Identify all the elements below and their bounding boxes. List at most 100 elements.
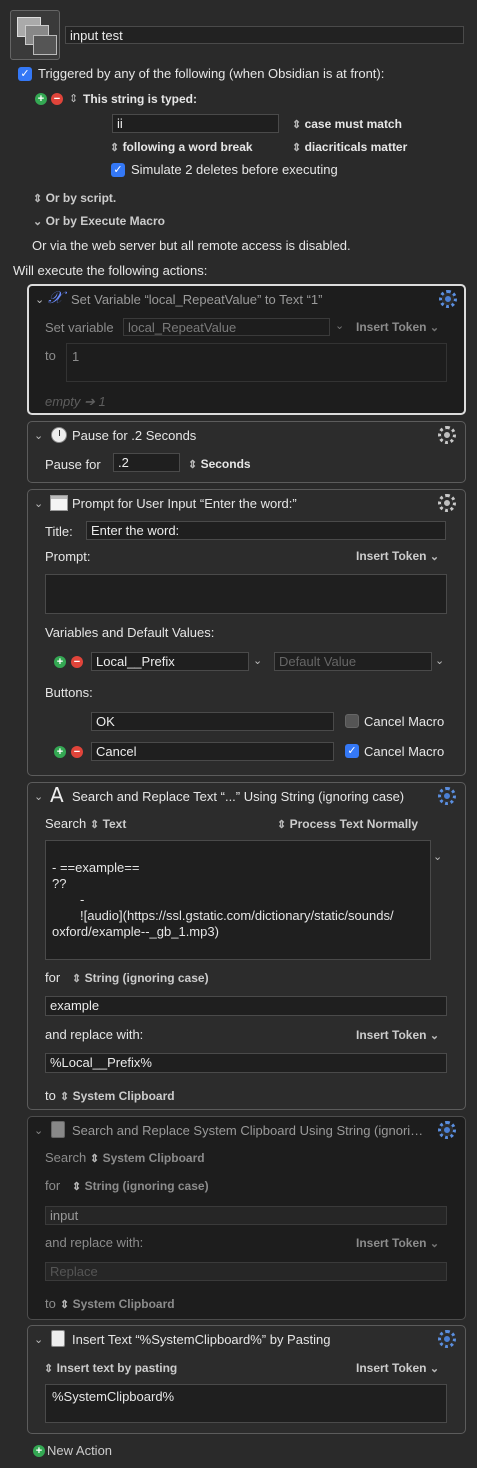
remove-trigger-icon[interactable]: − xyxy=(51,93,63,105)
pause-unit-popup[interactable]: ⇕ Seconds xyxy=(188,457,251,471)
to-target-popup[interactable]: ⇕ System Clipboard xyxy=(60,1089,175,1103)
search-for-field[interactable]: example xyxy=(45,996,447,1016)
insert-token-popup[interactable]: Insert Token ⌄ xyxy=(356,1028,439,1042)
pause-duration-field[interactable]: .2 xyxy=(113,453,180,472)
insert-token-popup[interactable]: Insert Token ⌄ xyxy=(356,1361,439,1375)
insert-text-area[interactable]: %SystemClipboard% xyxy=(45,1384,447,1423)
default-dropdown-icon[interactable]: ⌄ xyxy=(435,654,444,667)
button2-cancel-checkbox[interactable]: ✓ xyxy=(345,744,359,758)
trigger-checkbox[interactable]: ✓ xyxy=(18,67,32,81)
macro-icon[interactable] xyxy=(10,10,60,60)
for-label: for xyxy=(45,1178,61,1193)
typed-string-field[interactable]: ii xyxy=(112,114,279,133)
collapse-chevron-icon[interactable]: ⌄ xyxy=(35,293,44,306)
value-text-area[interactable]: 1 xyxy=(66,343,447,382)
to-label: to xyxy=(45,1088,56,1103)
action-search-replace-text[interactable]: ⌄ A Search and Replace Text “...” Using … xyxy=(27,782,466,1110)
for-mode-popup[interactable]: ⇕ String (ignoring case) xyxy=(72,1179,209,1193)
gear-icon[interactable] xyxy=(438,787,456,805)
collapse-chevron-icon[interactable]: ⌄ xyxy=(34,1124,43,1137)
trigger-type-label[interactable]: This string is typed: xyxy=(83,92,197,106)
button1-field[interactable]: OK xyxy=(91,712,334,731)
new-action-button[interactable]: New Action xyxy=(47,1443,112,1458)
prompt-title-field[interactable]: Enter the word: xyxy=(86,521,446,540)
action-prompt-user-input[interactable]: ⌄ Prompt for User Input “Enter the word:… xyxy=(27,489,466,776)
process-text-popup[interactable]: ⇕ Process Text Normally xyxy=(277,817,418,831)
title-label: Title: xyxy=(45,524,73,539)
insert-token-popup[interactable]: Insert Token ⌄ xyxy=(356,320,439,334)
updown-icon: ⇕ xyxy=(110,142,120,154)
macro-name-field[interactable]: input test xyxy=(65,26,464,44)
search-label: Search xyxy=(45,816,87,831)
action-pause[interactable]: ⌄ Pause for .2 Seconds Pause for .2 ⇕ Se… xyxy=(27,421,466,483)
replace-label: and replace with: xyxy=(45,1235,144,1250)
action-title: Prompt for User Input “Enter the word:” xyxy=(72,496,297,511)
collapse-chevron-icon[interactable]: ⌄ xyxy=(34,1333,43,1346)
variable-dropdown-icon[interactable]: ⌄ xyxy=(253,654,262,667)
remove-variable-icon[interactable]: − xyxy=(71,656,83,668)
search-source-label: System Clipboard xyxy=(102,1151,205,1165)
add-button-icon[interactable]: + xyxy=(54,746,66,758)
search-for-field[interactable]: input xyxy=(45,1206,447,1225)
default-value-field[interactable]: Default Value xyxy=(274,652,432,671)
remove-button-icon[interactable]: − xyxy=(71,746,83,758)
action-set-variable[interactable]: ⌄ 𝒳 Set Variable “local_RepeatValue” to … xyxy=(27,284,466,415)
to-target-popup[interactable]: ⇕ System Clipboard xyxy=(60,1297,175,1311)
button1-cancel-checkbox[interactable] xyxy=(345,714,359,728)
insert-token-popup[interactable]: Insert Token ⌄ xyxy=(356,1236,439,1250)
variable-dropdown-icon[interactable]: ⌄ xyxy=(335,319,344,332)
action-title: Search and Replace Text “...” Using Stri… xyxy=(72,789,405,804)
collapse-chevron-icon[interactable]: ⌄ xyxy=(34,790,43,803)
or-by-execute-label: Or by Execute Macro xyxy=(45,214,165,228)
add-trigger-icon[interactable]: + xyxy=(35,93,47,105)
trigger-type-updown-icon[interactable]: ⇕ xyxy=(69,92,78,105)
prompt-text-area[interactable] xyxy=(45,574,447,614)
search-source-popup[interactable]: ⇕ System Clipboard xyxy=(90,1151,205,1165)
result-preview: empty ➔ 1 xyxy=(45,394,106,409)
replace-with-field[interactable]: %Local__Prefix% xyxy=(45,1053,447,1073)
case-option-popup[interactable]: ⇕ case must match xyxy=(292,117,402,131)
insert-mode-label: Insert text by pasting xyxy=(56,1361,178,1375)
gear-icon[interactable] xyxy=(439,290,457,308)
case-option-label: case must match xyxy=(304,117,402,131)
or-by-script-disclosure[interactable]: ⇕ Or by script. xyxy=(33,191,116,205)
variable-name-field[interactable]: local_RepeatValue xyxy=(123,318,330,336)
insert-token-popup[interactable]: Insert Token ⌄ xyxy=(356,549,439,563)
replace-with-field[interactable]: Replace xyxy=(45,1262,447,1281)
to-target-label: System Clipboard xyxy=(72,1089,175,1103)
clock-icon xyxy=(51,427,67,443)
gear-icon[interactable] xyxy=(438,426,456,444)
insert-token-label: Insert Token xyxy=(356,1236,427,1250)
text-line: - xyxy=(80,892,85,907)
break-option-popup[interactable]: ⇕ following a word break xyxy=(110,140,253,154)
add-variable-icon[interactable]: + xyxy=(54,656,66,668)
gear-icon[interactable] xyxy=(438,1121,456,1139)
action-search-replace-clipboard[interactable]: ⌄ Search and Replace System Clipboard Us… xyxy=(27,1116,466,1320)
set-variable-label: Set variable xyxy=(45,320,114,335)
prompt-label: Prompt: xyxy=(45,549,91,564)
variable-name-field[interactable]: Local__Prefix xyxy=(91,652,249,671)
gear-icon[interactable] xyxy=(438,1330,456,1348)
diacritical-option-popup[interactable]: ⇕ diacriticals matter xyxy=(292,140,407,154)
for-mode-popup[interactable]: ⇕ String (ignoring case) xyxy=(72,971,209,985)
simulate-deletes-label: Simulate 2 deletes before executing xyxy=(131,162,338,177)
button2-cancel-label: Cancel Macro xyxy=(364,744,445,759)
search-source-popup[interactable]: ⇕ Text xyxy=(90,817,126,831)
search-label: Search xyxy=(45,1150,87,1165)
button2-field[interactable]: Cancel xyxy=(91,742,334,761)
gear-icon[interactable] xyxy=(438,494,456,512)
text-menu-icon[interactable]: ⌄ xyxy=(433,850,442,863)
to-target-label: System Clipboard xyxy=(72,1297,175,1311)
text-line: - ==example== xyxy=(52,860,140,875)
process-text-label: Process Text Normally xyxy=(289,817,419,831)
collapse-chevron-icon[interactable]: ⌄ xyxy=(34,497,43,510)
text-line: oxford/example--_gb_1.mp3) xyxy=(52,924,219,939)
search-text-area[interactable]: - ==example== ?? - ![audio](https://ssl.… xyxy=(45,840,431,960)
new-action-icon[interactable]: + xyxy=(33,1445,45,1457)
collapse-chevron-icon[interactable]: ⌄ xyxy=(34,429,43,442)
simulate-deletes-checkbox[interactable]: ✓ xyxy=(111,163,125,177)
insert-mode-popup[interactable]: ⇕ Insert text by pasting xyxy=(44,1361,177,1375)
action-insert-text[interactable]: ⌄ Insert Text “%SystemClipboard%” by Pas… xyxy=(27,1325,466,1434)
or-by-execute-disclosure[interactable]: ⌄ Or by Execute Macro xyxy=(33,214,165,228)
replace-label: and replace with: xyxy=(45,1027,144,1042)
